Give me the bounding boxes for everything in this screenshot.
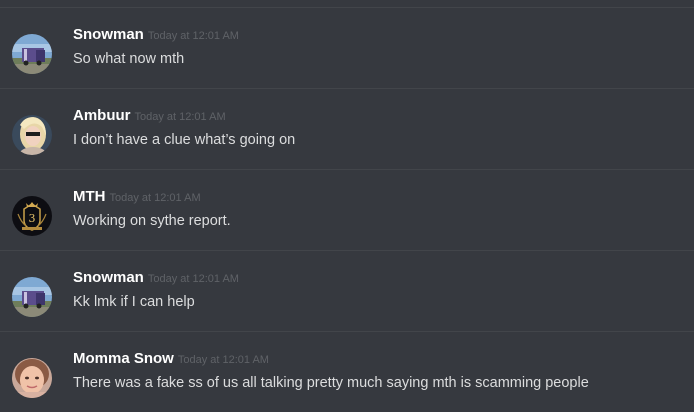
truck-photo-avatar[interactable] <box>12 277 52 317</box>
username[interactable]: Snowman <box>73 269 144 286</box>
message-timestamp: Today at 12:01 AM <box>109 192 201 204</box>
username[interactable]: Ambuur <box>73 107 131 124</box>
chat-message: Snowman Today at 12:01 AM So what now mth <box>0 8 694 88</box>
truck-photo-avatar[interactable] <box>12 34 52 74</box>
gold-crest-logo-avatar[interactable]: 3 <box>12 196 52 236</box>
chat-message: Momma Snow Today at 12:01 AM There was a … <box>0 332 694 412</box>
username[interactable]: MTH <box>73 188 106 205</box>
message-author[interactable]: Snowman Today at 12:01 AM <box>73 269 239 286</box>
message-author[interactable]: Ambuur Today at 12:01 AM <box>73 107 226 124</box>
message-timestamp: Today at 12:01 AM <box>134 111 226 123</box>
blonde-woman-photo-avatar[interactable] <box>12 115 52 155</box>
username[interactable]: Snowman <box>73 26 144 43</box>
chat-message: 3 MTH Today at 12:01 AM Working on sythe … <box>0 170 694 250</box>
message-timestamp: Today at 12:01 AM <box>177 354 269 366</box>
message-text: Working on sythe report. <box>73 213 231 229</box>
message-text: Kk lmk if I can help <box>73 294 195 310</box>
svg-text:3: 3 <box>29 212 36 225</box>
chat-message: Snowman Today at 12:01 AM Kk lmk if I can… <box>0 251 694 331</box>
message-author[interactable]: MTH Today at 12:01 AM <box>73 188 201 205</box>
message-text: There was a fake ss of us all talking pr… <box>73 375 589 391</box>
chat-message-list: Snowman Today at 12:01 AM So what now mth… <box>0 0 694 408</box>
chat-message: Ambuur Today at 12:01 AM I don’t have a c… <box>0 89 694 169</box>
message-timestamp: Today at 12:01 AM <box>147 30 239 42</box>
woman-face-photo-avatar[interactable] <box>12 358 52 398</box>
message-text: I don’t have a clue what’s going on <box>73 132 296 148</box>
message-timestamp: Today at 12:01 AM <box>147 273 239 285</box>
message-text: So what now mth <box>73 51 185 67</box>
message-author[interactable]: Momma Snow Today at 12:01 AM <box>73 350 269 367</box>
message-author[interactable]: Snowman Today at 12:01 AM <box>73 26 239 43</box>
username[interactable]: Momma Snow <box>73 350 174 367</box>
